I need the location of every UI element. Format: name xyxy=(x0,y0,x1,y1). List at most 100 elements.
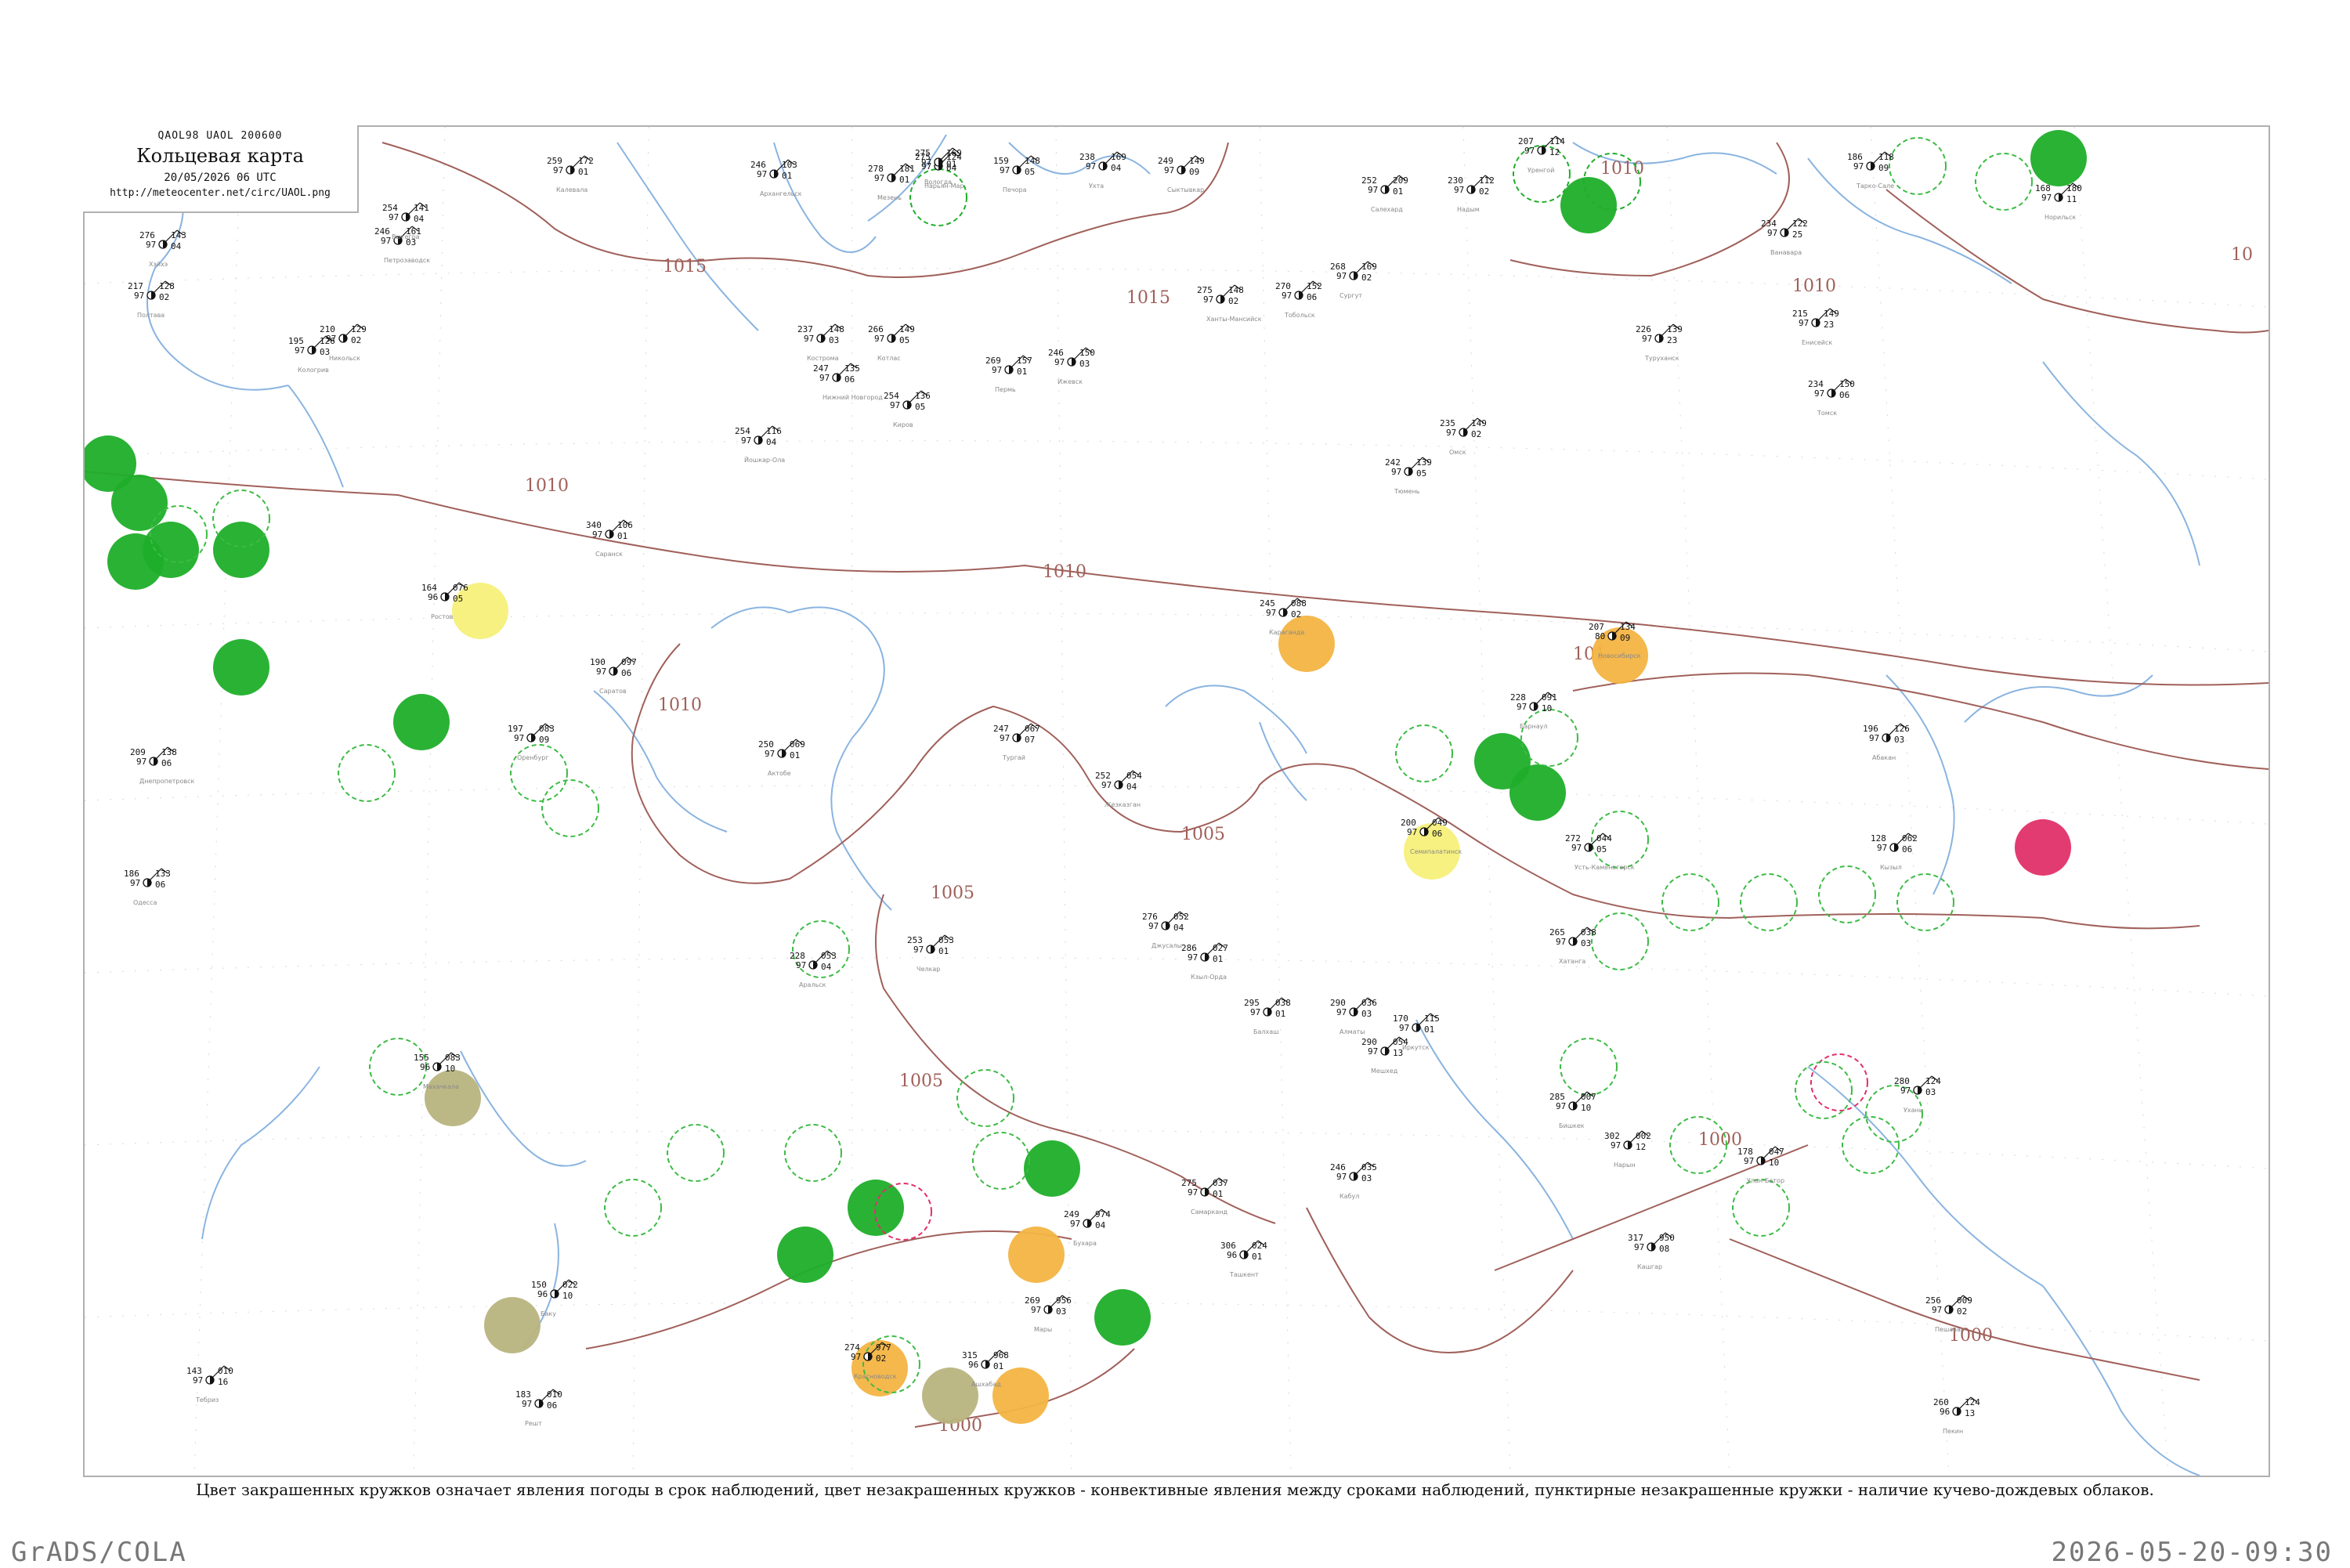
station-plot[interactable]: 2459708802Караганда xyxy=(1260,598,1307,636)
station-plot[interactable]: 2729704405Усть-Каменогорск xyxy=(1565,833,1635,871)
station-pressure: 122 xyxy=(1792,219,1808,229)
station-plot[interactable]: 3179795008Кашгар xyxy=(1628,1232,1675,1270)
station-dewpoint: 97 xyxy=(1250,1007,1260,1017)
station-name: Ростов xyxy=(431,613,454,620)
station-plot[interactable]: 2479713506Нижний Новгород xyxy=(813,363,883,401)
station-plots[interactable]: 2599717201Калевала 2469716103Петрозаводск… xyxy=(85,127,2082,1435)
station-tendency: 08 xyxy=(1659,1244,1669,1254)
station-plot[interactable]: 2359714902Омск xyxy=(1440,417,1487,456)
bulletin-codes: QAOL98 UAOL 200600 xyxy=(157,130,283,142)
station-dewpoint: 97 xyxy=(1556,1101,1566,1111)
station-plot[interactable]: 1839701006Решт xyxy=(515,1389,562,1427)
station-plot[interactable]: 1439701016Тебриз xyxy=(186,1365,233,1404)
weather-fill-circle xyxy=(425,1070,481,1126)
station-plot[interactable]: 1689718011Норильск xyxy=(2035,182,2082,221)
station-plot[interactable]: 1289706206Кызыл xyxy=(1871,833,1918,871)
cb-dashed-circle xyxy=(369,1038,427,1096)
station-plot[interactable]: 2599717201Калевала xyxy=(547,155,594,193)
station-plot[interactable]: 2669714905Котлас xyxy=(868,323,915,362)
station-name: Саратов xyxy=(599,688,627,695)
station-pressure: 134 xyxy=(1620,622,1636,632)
station-plot[interactable]: 2469703503Кабул xyxy=(1330,1162,1377,1200)
station-plot[interactable]: 2959703801Балхаш xyxy=(1244,997,1291,1035)
station-plot[interactable]: 2269713923Туруханск xyxy=(1636,323,1683,362)
station-name: Калевала xyxy=(556,186,588,193)
station-plot[interactable]: 2609612413Пекин xyxy=(1933,1396,1980,1435)
station-plot[interactable]: 2529705404Жезказган xyxy=(1095,770,1142,808)
cb-dashed-circle xyxy=(604,1179,662,1237)
station-plot[interactable]: 1959712603Кологрив xyxy=(288,335,335,374)
station-name: Петрозаводск xyxy=(384,257,430,264)
station-plot[interactable]: 2909705413Мешхед xyxy=(1361,1036,1408,1075)
station-plot[interactable]: 2689716902Сургут xyxy=(1330,261,1377,299)
station-plot[interactable]: 2759714802Ханты-Мансийск xyxy=(1197,284,1262,323)
station-pressure: 148 xyxy=(1228,285,1244,295)
station-plot[interactable]: 2699715701Пермь xyxy=(985,355,1032,393)
station-tendency: 09 xyxy=(1189,167,1199,177)
station-plot[interactable]: 2509706901Актобе xyxy=(758,739,805,777)
station-plot[interactable]: 2539705301Челкар xyxy=(907,934,954,973)
station-plot[interactable]: 1869713306Одесса xyxy=(124,868,171,906)
station-pressure: 152 xyxy=(1307,281,1322,291)
station-dewpoint: 97 xyxy=(804,334,814,344)
weather-fill-circle xyxy=(1278,616,1335,672)
station-dewpoint: 97 xyxy=(522,1399,532,1409)
station-plot[interactable]: 1909709706Саратов xyxy=(590,656,637,695)
station-plot[interactable]: 2469716103Петрозаводск xyxy=(374,226,430,264)
station-plot[interactable]: 1869711809Тарко-Сале xyxy=(1847,151,1894,190)
station-name: Тюмень xyxy=(1394,488,1420,495)
station-plot[interactable]: 2099713806Днепропетровск xyxy=(130,746,195,785)
station-plot[interactable]: 1969712603Абакан xyxy=(1863,723,1910,761)
station-plot[interactable]: 2429713905Тюмень xyxy=(1385,457,1432,495)
station-plot[interactable]: 2699795603Мары xyxy=(1025,1295,1072,1333)
station-plot[interactable]: 3029700212Нарын xyxy=(1604,1130,1651,1169)
station-plot[interactable]: 2349712225Ванавара xyxy=(1761,218,1808,256)
station-plot[interactable]: 2469715003Ижевск xyxy=(1048,347,1095,385)
station-pressure: 136 xyxy=(915,391,931,401)
station-name: Кызыл xyxy=(1880,864,1902,871)
station-plot[interactable]: 2349715006Томск xyxy=(1808,378,1855,417)
station-plot[interactable]: 2769705204Джусалы xyxy=(1142,911,1189,949)
station-plot[interactable]: 2079711412Уренгой xyxy=(1518,135,1565,174)
station-plot[interactable]: 2549713605Киров xyxy=(884,390,931,428)
station-plot[interactable]: 2499797404Бухара xyxy=(1064,1209,1111,1247)
station-name: Аральск xyxy=(799,981,826,988)
station-plot[interactable]: 2789718101Мезень xyxy=(868,163,915,201)
synoptic-map[interactable]: 1015 1015 1010 1010 1010 1010 1010 1005 … xyxy=(85,127,2269,1476)
station-plot[interactable]: 2769714304Хэйхэ xyxy=(139,229,186,268)
station-plot[interactable]: 2309711202Надым xyxy=(1448,175,1495,213)
station-plot[interactable]: 2909703603Алматы xyxy=(1330,997,1377,1035)
station-tendency: 12 xyxy=(1549,147,1560,157)
station-plot[interactable]: 2659703803Хатанга xyxy=(1549,927,1596,965)
station-plot[interactable]: 1789704710Улан-Батор xyxy=(1737,1146,1784,1184)
station-pressure: 133 xyxy=(155,869,171,879)
station-plot[interactable]: 1599714805Печора xyxy=(993,155,1040,193)
station-plot[interactable]: 2179712802Полтава xyxy=(128,280,175,319)
station-plot[interactable]: 2709715206Тобольск xyxy=(1275,280,1322,319)
cb-dashed-circle xyxy=(1842,1116,1900,1174)
station-name: Печора xyxy=(1003,186,1027,193)
station-pressure: 150 xyxy=(1839,379,1855,389)
station-plot[interactable]: 2289709110Барнаул xyxy=(1510,692,1557,730)
station-plot[interactable]: 2499714909Сыктывкар xyxy=(1158,155,1205,193)
station-plot[interactable]: 2479706707Тургай xyxy=(993,723,1040,761)
station-plot[interactable]: 3409710601Саранск xyxy=(586,519,633,558)
station-name: Салехард xyxy=(1371,206,1403,213)
station-plot[interactable]: 2469710301Архангельск xyxy=(750,159,802,197)
station-plot[interactable]: 2549711604Йошкар-Ола xyxy=(735,425,785,464)
station-plot[interactable]: 2809712403Ухань xyxy=(1894,1075,1941,1114)
station-name: Норильск xyxy=(2044,214,2076,221)
station-plot[interactable]: 2529720901Салехард xyxy=(1361,175,1408,213)
station-tendency: 02 xyxy=(1361,273,1372,283)
map-date: 20/05/2026 06 UTC xyxy=(164,172,277,184)
station-plot[interactable]: 1979708309Оренбург xyxy=(508,723,555,761)
station-plot[interactable]: 2759703701Самарканд xyxy=(1181,1177,1228,1216)
station-plot[interactable]: 2289705304Аральск xyxy=(790,950,837,988)
station-plot[interactable]: 3069602401Ташкент xyxy=(1220,1240,1267,1278)
station-plot[interactable]: 2859700710Бишкек xyxy=(1549,1091,1596,1129)
station-plot[interactable]: 2379714803Кострома xyxy=(797,323,844,362)
station-plot[interactable]: 2869702701Кзыл-Орда xyxy=(1181,942,1228,981)
source-url[interactable]: http://meteocenter.net/circ/UAOL.png xyxy=(83,187,357,199)
station-name: Усть-Каменогорск xyxy=(1574,864,1635,871)
station-plot[interactable]: 2159714923Енисейск xyxy=(1792,308,1839,346)
